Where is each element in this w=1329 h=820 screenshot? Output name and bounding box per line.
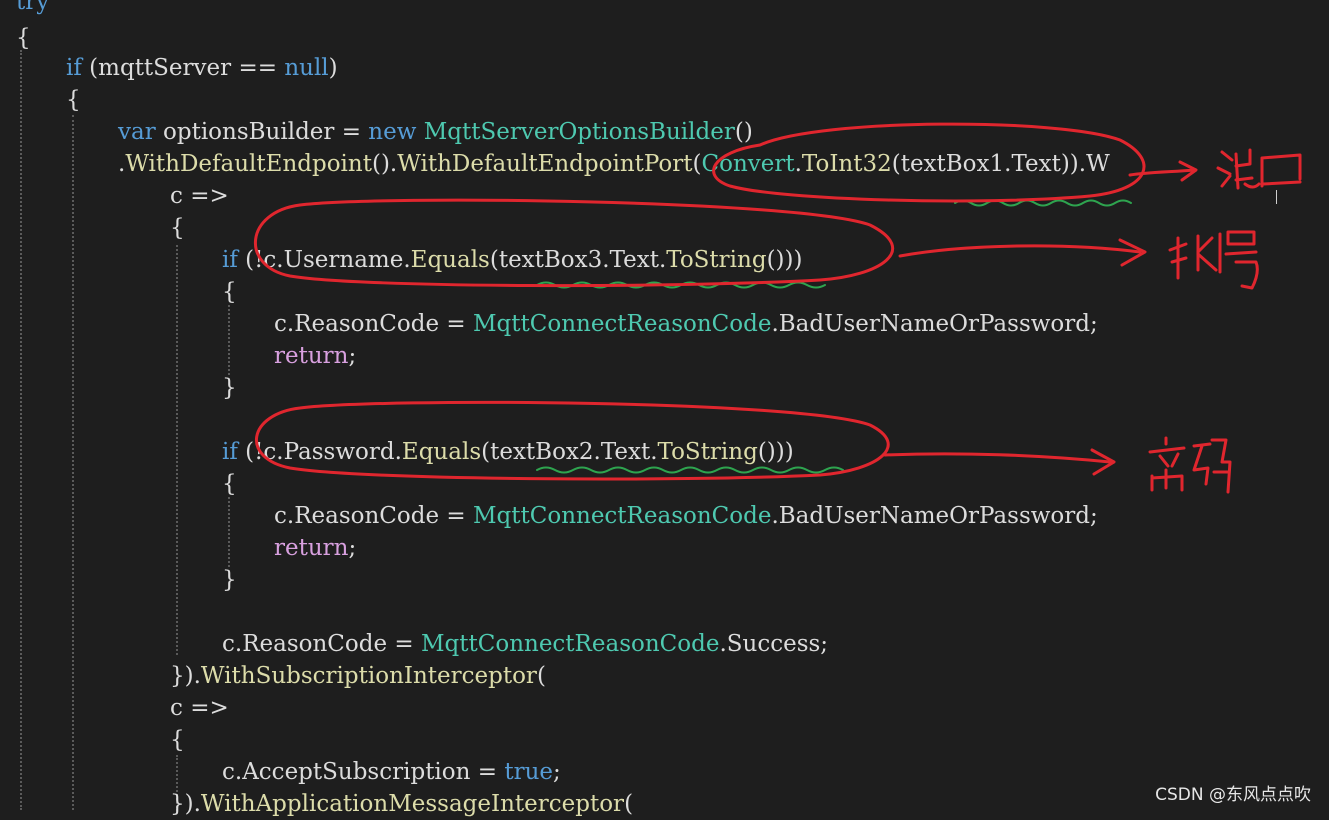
annotation-layer (253, 122, 1302, 494)
arrow (883, 452, 1112, 464)
arrow (898, 244, 1142, 258)
highlight-ellipse (253, 198, 895, 288)
squiggle-underline (536, 466, 844, 474)
watermark: CSDN @东风点点吹 (1155, 785, 1311, 805)
annotation-password-mark (1148, 436, 1232, 494)
arrow (1128, 168, 1197, 177)
highlight-ellipse (712, 122, 1146, 203)
annotation-port-mark (1216, 148, 1302, 190)
annotation-account-mark (1168, 230, 1259, 290)
